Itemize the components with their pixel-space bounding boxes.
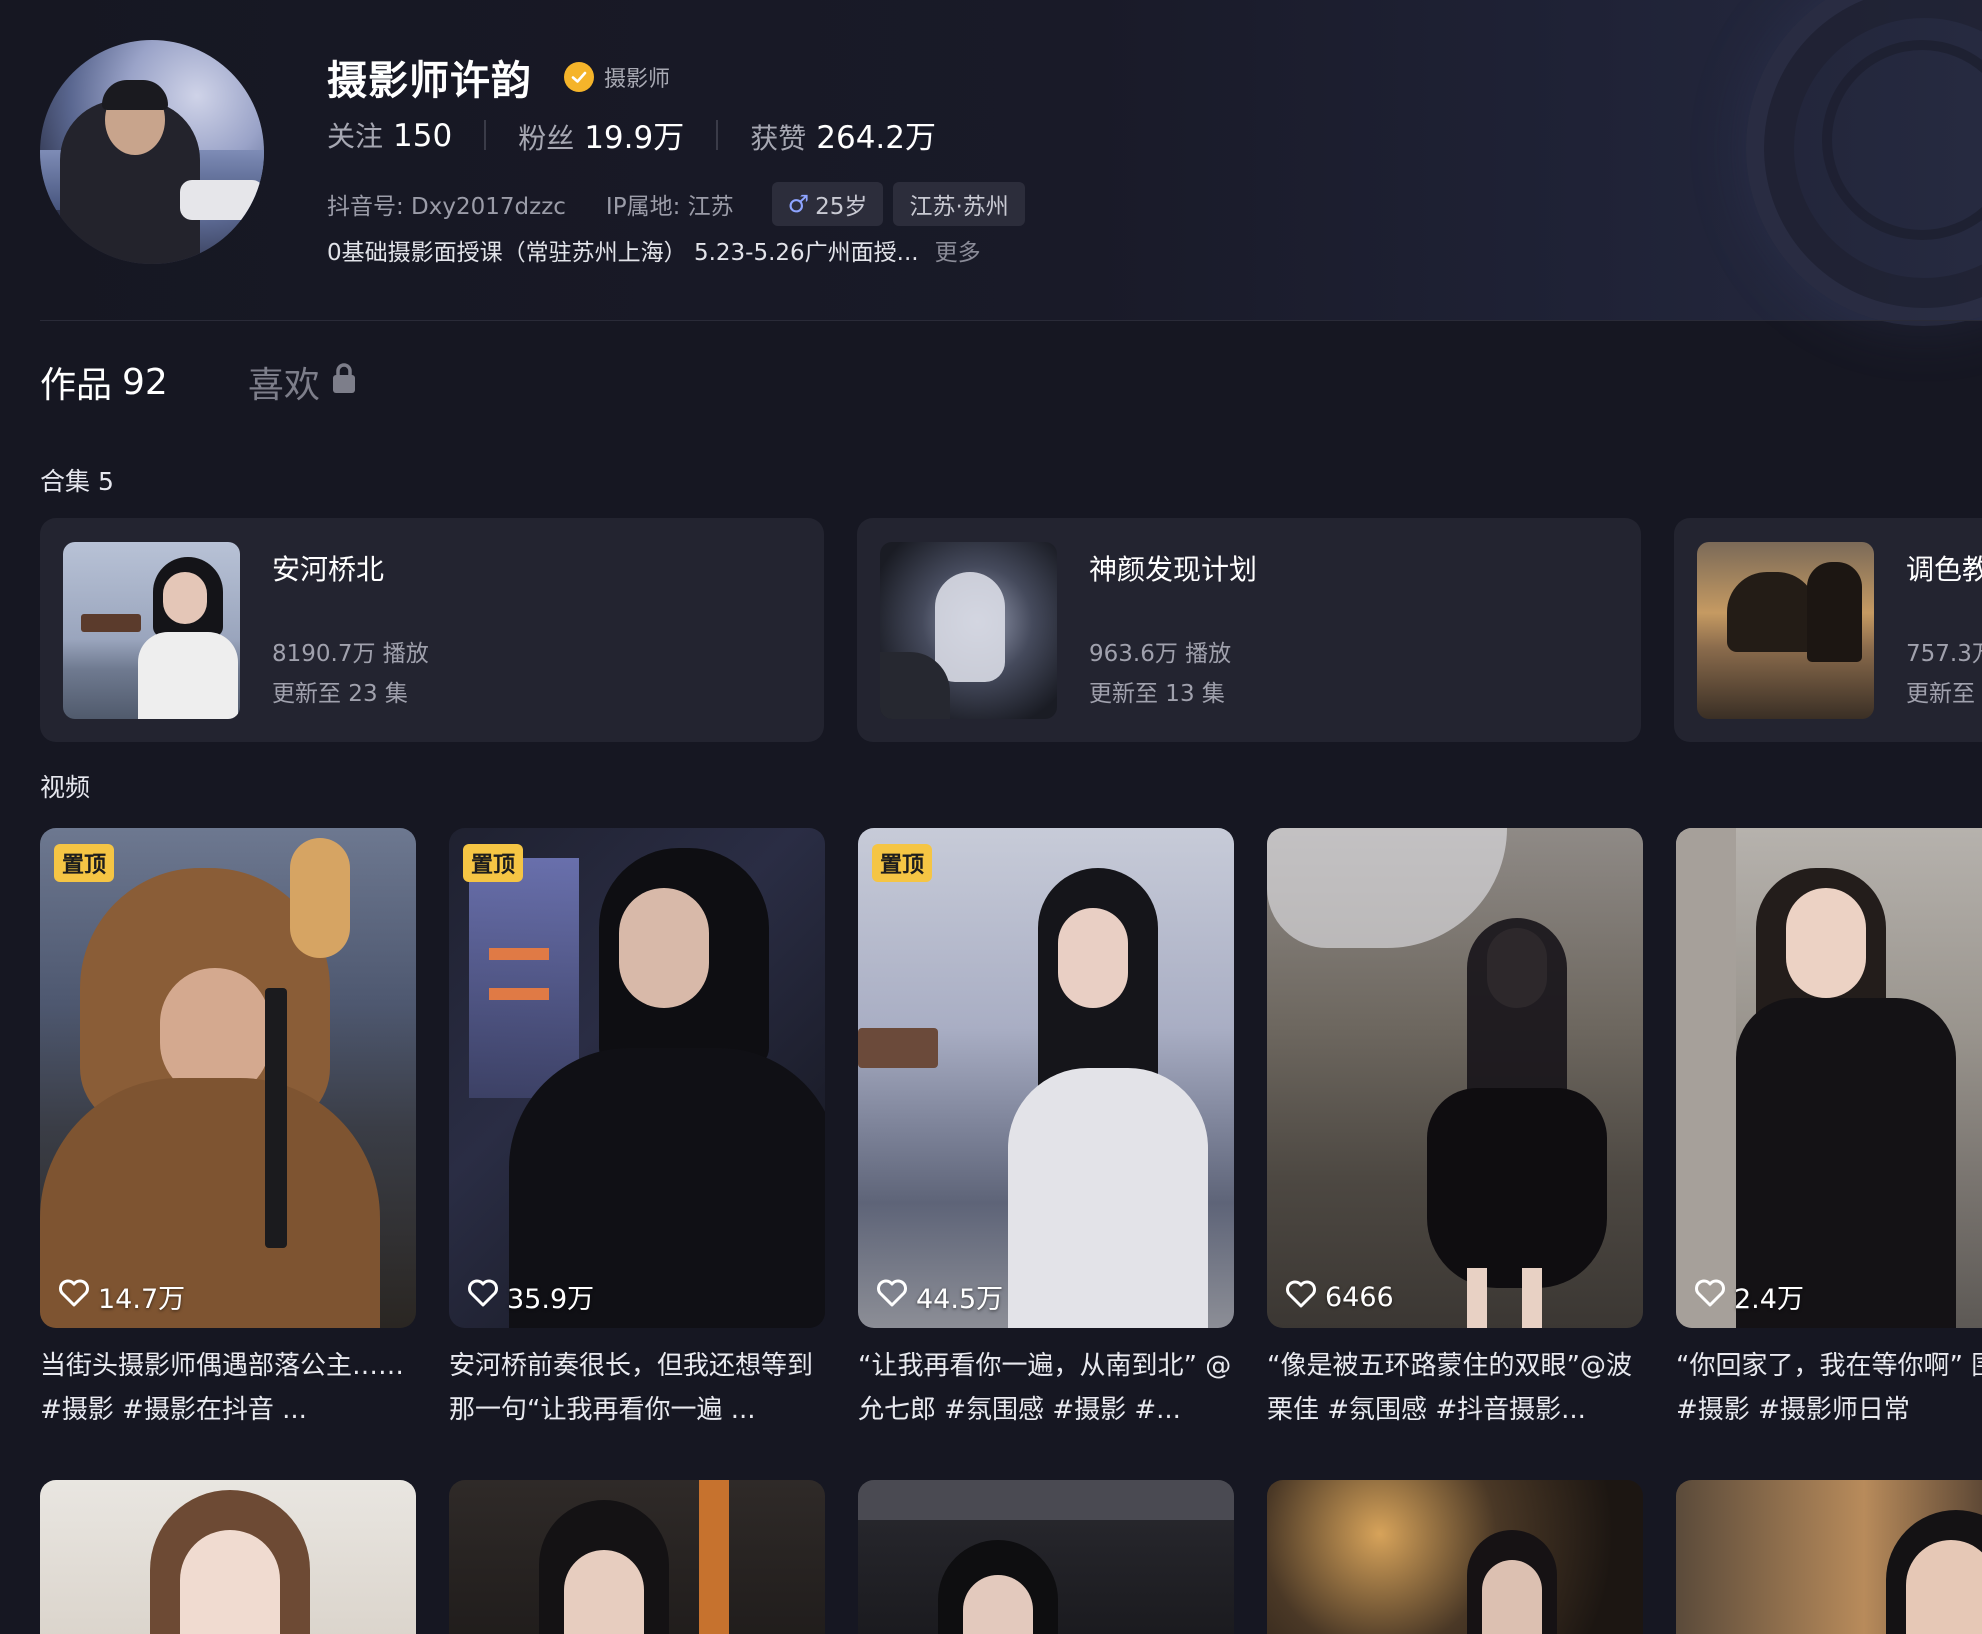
video-likes-count: 2.4万 — [1734, 1284, 1804, 1315]
video-thumbnail[interactable]: 6466 — [1267, 828, 1643, 1328]
heart-icon — [58, 1278, 90, 1315]
heart-icon — [1694, 1278, 1726, 1315]
pinned-badge: 置顶 — [463, 844, 524, 882]
collection-title: 神颜发现计划 — [1089, 553, 1258, 586]
video-title[interactable]: 当街头摄影师偶遇部落公主…… #摄影 #摄影在抖音 ... — [40, 1344, 416, 1432]
fans-value: 19.9万 — [584, 120, 685, 156]
bio-row: 0基础摄影面授课（常驻苏州上海） 5.23-5.26广州面授... 更多 — [327, 233, 981, 267]
following-label: 关注 — [327, 119, 384, 153]
collections-label: 合集 5 — [40, 467, 114, 496]
video-thumbnail[interactable]: 置顶 44.5万 — [858, 828, 1234, 1328]
video-grid-row-2 — [40, 1480, 1982, 1634]
video-grid: 置顶 14.7万 当街头摄影师偶遇部落公主…… #摄影 #摄影在抖音 ... 置… — [40, 828, 1982, 1432]
header-background — [0, 0, 1982, 320]
video-likes-count: 6466 — [1325, 1282, 1394, 1313]
collection-card[interactable]: 神颜发现计划 963.6万 播放 更新至 13 集 — [857, 518, 1641, 742]
video-thumbnail[interactable] — [449, 1480, 825, 1634]
video-title[interactable]: 安河桥前奏很长，但我还想等到那一句“让我再看你一遍 ... — [449, 1344, 825, 1432]
likes-stat: 获赞 264.2万 — [750, 112, 936, 157]
video-thumbnail[interactable]: 置顶 14.7万 — [40, 828, 416, 1328]
tab-works-label: 作品 — [40, 365, 113, 406]
video-likes: 44.5万 — [876, 1277, 1003, 1316]
video-likes-count: 14.7万 — [98, 1284, 186, 1315]
collection-thumbnail — [1697, 542, 1874, 719]
fans-stat[interactable]: 粉丝 19.9万 — [518, 112, 684, 157]
douyin-id: 抖音号: Dxy2017dzzc — [327, 194, 566, 220]
collection-plays: 8190.7万 播放 — [272, 641, 429, 667]
tab-likes-label: 喜欢 — [247, 365, 320, 406]
profile-tabs: 作品 92 喜欢 — [40, 356, 358, 408]
pinned-badge: 置顶 — [54, 844, 115, 882]
videos-label: 视频 — [40, 773, 91, 802]
collections-row: 安河桥北 8190.7万 播放 更新至 23 集 神颜发现计划 963.6万 播… — [40, 518, 1982, 742]
profile-name: 摄影师许韵 — [327, 58, 532, 104]
verified-check-icon — [564, 62, 594, 92]
following-stat[interactable]: 关注 150 — [327, 115, 452, 155]
avatar-camera — [180, 180, 264, 220]
video-thumbnail[interactable] — [1267, 1480, 1643, 1634]
profile-page: 摄影师许韵 摄影师 关注 150 粉丝 19.9万 获赞 264.2万 抖音号:… — [0, 0, 1982, 1634]
video-card[interactable]: 2.4万 “你回家了，我在等你啊” 围感 #摄影 #摄影师日常 — [1676, 828, 1982, 1432]
location-tag: 江苏·苏州 — [893, 182, 1025, 226]
video-card[interactable]: 置顶 14.7万 当街头摄影师偶遇部落公主…… #摄影 #摄影在抖音 ... — [40, 828, 416, 1432]
video-likes-count: 35.9万 — [507, 1284, 595, 1315]
profile-tags: ♂ 25岁 江苏·苏州 — [771, 182, 1025, 226]
video-likes-count: 44.5万 — [916, 1284, 1004, 1315]
video-title[interactable]: “让我再看你一遍，从南到北” @允七郎 #氛围感 #摄影 #... — [858, 1344, 1234, 1432]
video-title[interactable]: “你回家了，我在等你啊” 围感 #摄影 #摄影师日常 — [1676, 1344, 1982, 1432]
collection-update: 更新至 — [1906, 681, 1975, 707]
video-thumbnail[interactable] — [858, 1480, 1234, 1634]
video-thumbnail[interactable] — [40, 1480, 416, 1634]
avatar[interactable] — [40, 40, 264, 264]
lock-icon — [330, 362, 358, 403]
stats-row: 关注 150 粉丝 19.9万 获赞 264.2万 — [327, 112, 936, 157]
video-thumbnail[interactable]: 2.4万 — [1676, 828, 1982, 1328]
collection-title: 安河桥北 — [272, 553, 385, 586]
pinned-badge: 置顶 — [872, 844, 933, 882]
following-value: 150 — [393, 117, 453, 154]
heart-icon — [1285, 1279, 1317, 1316]
collection-update: 更新至 13 集 — [1089, 681, 1225, 707]
likes-label: 获赞 — [750, 122, 807, 155]
collection-plays: 757.3万 — [1906, 641, 1982, 667]
name-row: 摄影师许韵 摄影师 — [327, 48, 670, 106]
ip-location: IP属地: 江苏 — [605, 194, 734, 220]
stat-divider — [716, 119, 719, 150]
collection-update: 更新至 23 集 — [272, 681, 408, 707]
collection-card[interactable]: 调色教 757.3万 更新至 — [1674, 518, 1982, 742]
video-thumbnail[interactable] — [1676, 1480, 1982, 1634]
tab-works[interactable]: 作品 92 — [40, 356, 168, 408]
meta-row: 抖音号: Dxy2017dzzc IP属地: 江苏 ♂ 25岁 江苏·苏州 — [327, 182, 1025, 226]
verify-label: 摄影师 — [604, 67, 671, 92]
video-likes: 6466 — [1285, 1279, 1394, 1316]
tab-works-count: 92 — [122, 361, 168, 403]
avatar-hair — [102, 80, 168, 110]
video-title[interactable]: “像是被五环路蒙住的双眼”@波栗佳 #氛围感 #抖音摄影... — [1267, 1344, 1643, 1432]
age-tag: ♂ 25岁 — [771, 182, 884, 226]
likes-value: 264.2万 — [816, 120, 936, 156]
stat-divider — [484, 119, 487, 150]
video-likes: 2.4万 — [1694, 1277, 1804, 1316]
video-card[interactable]: 置顶 44.5万 “让我再看你一遍，从南到北” @允七郎 #氛围感 #摄影 #.… — [858, 828, 1234, 1432]
header-divider — [40, 320, 1982, 321]
collection-thumbnail — [880, 542, 1057, 719]
age-tag-label: 25岁 — [815, 194, 868, 220]
tab-likes[interactable]: 喜欢 — [248, 356, 358, 408]
fans-label: 粉丝 — [518, 122, 575, 155]
video-card[interactable]: 6466 “像是被五环路蒙住的双眼”@波栗佳 #氛围感 #抖音摄影... — [1267, 828, 1643, 1432]
heart-icon — [467, 1278, 499, 1315]
collection-title: 调色教 — [1906, 553, 1982, 586]
collection-card[interactable]: 安河桥北 8190.7万 播放 更新至 23 集 — [40, 518, 824, 742]
video-likes: 35.9万 — [467, 1277, 594, 1316]
bio-text: 0基础摄影面授课（常驻苏州上海） 5.23-5.26广州面授... — [327, 240, 919, 266]
collection-thumbnail — [63, 542, 240, 719]
video-likes: 14.7万 — [58, 1277, 185, 1316]
male-icon: ♂ — [787, 190, 810, 218]
video-thumbnail[interactable]: 置顶 35.9万 — [449, 828, 825, 1328]
bio-more-link[interactable]: 更多 — [935, 233, 981, 267]
collection-plays: 963.6万 播放 — [1089, 641, 1232, 667]
video-card[interactable]: 置顶 35.9万 安河桥前奏很长，但我还想等到那一句“让我再看你一遍 ... — [449, 828, 825, 1432]
heart-icon — [876, 1278, 908, 1315]
